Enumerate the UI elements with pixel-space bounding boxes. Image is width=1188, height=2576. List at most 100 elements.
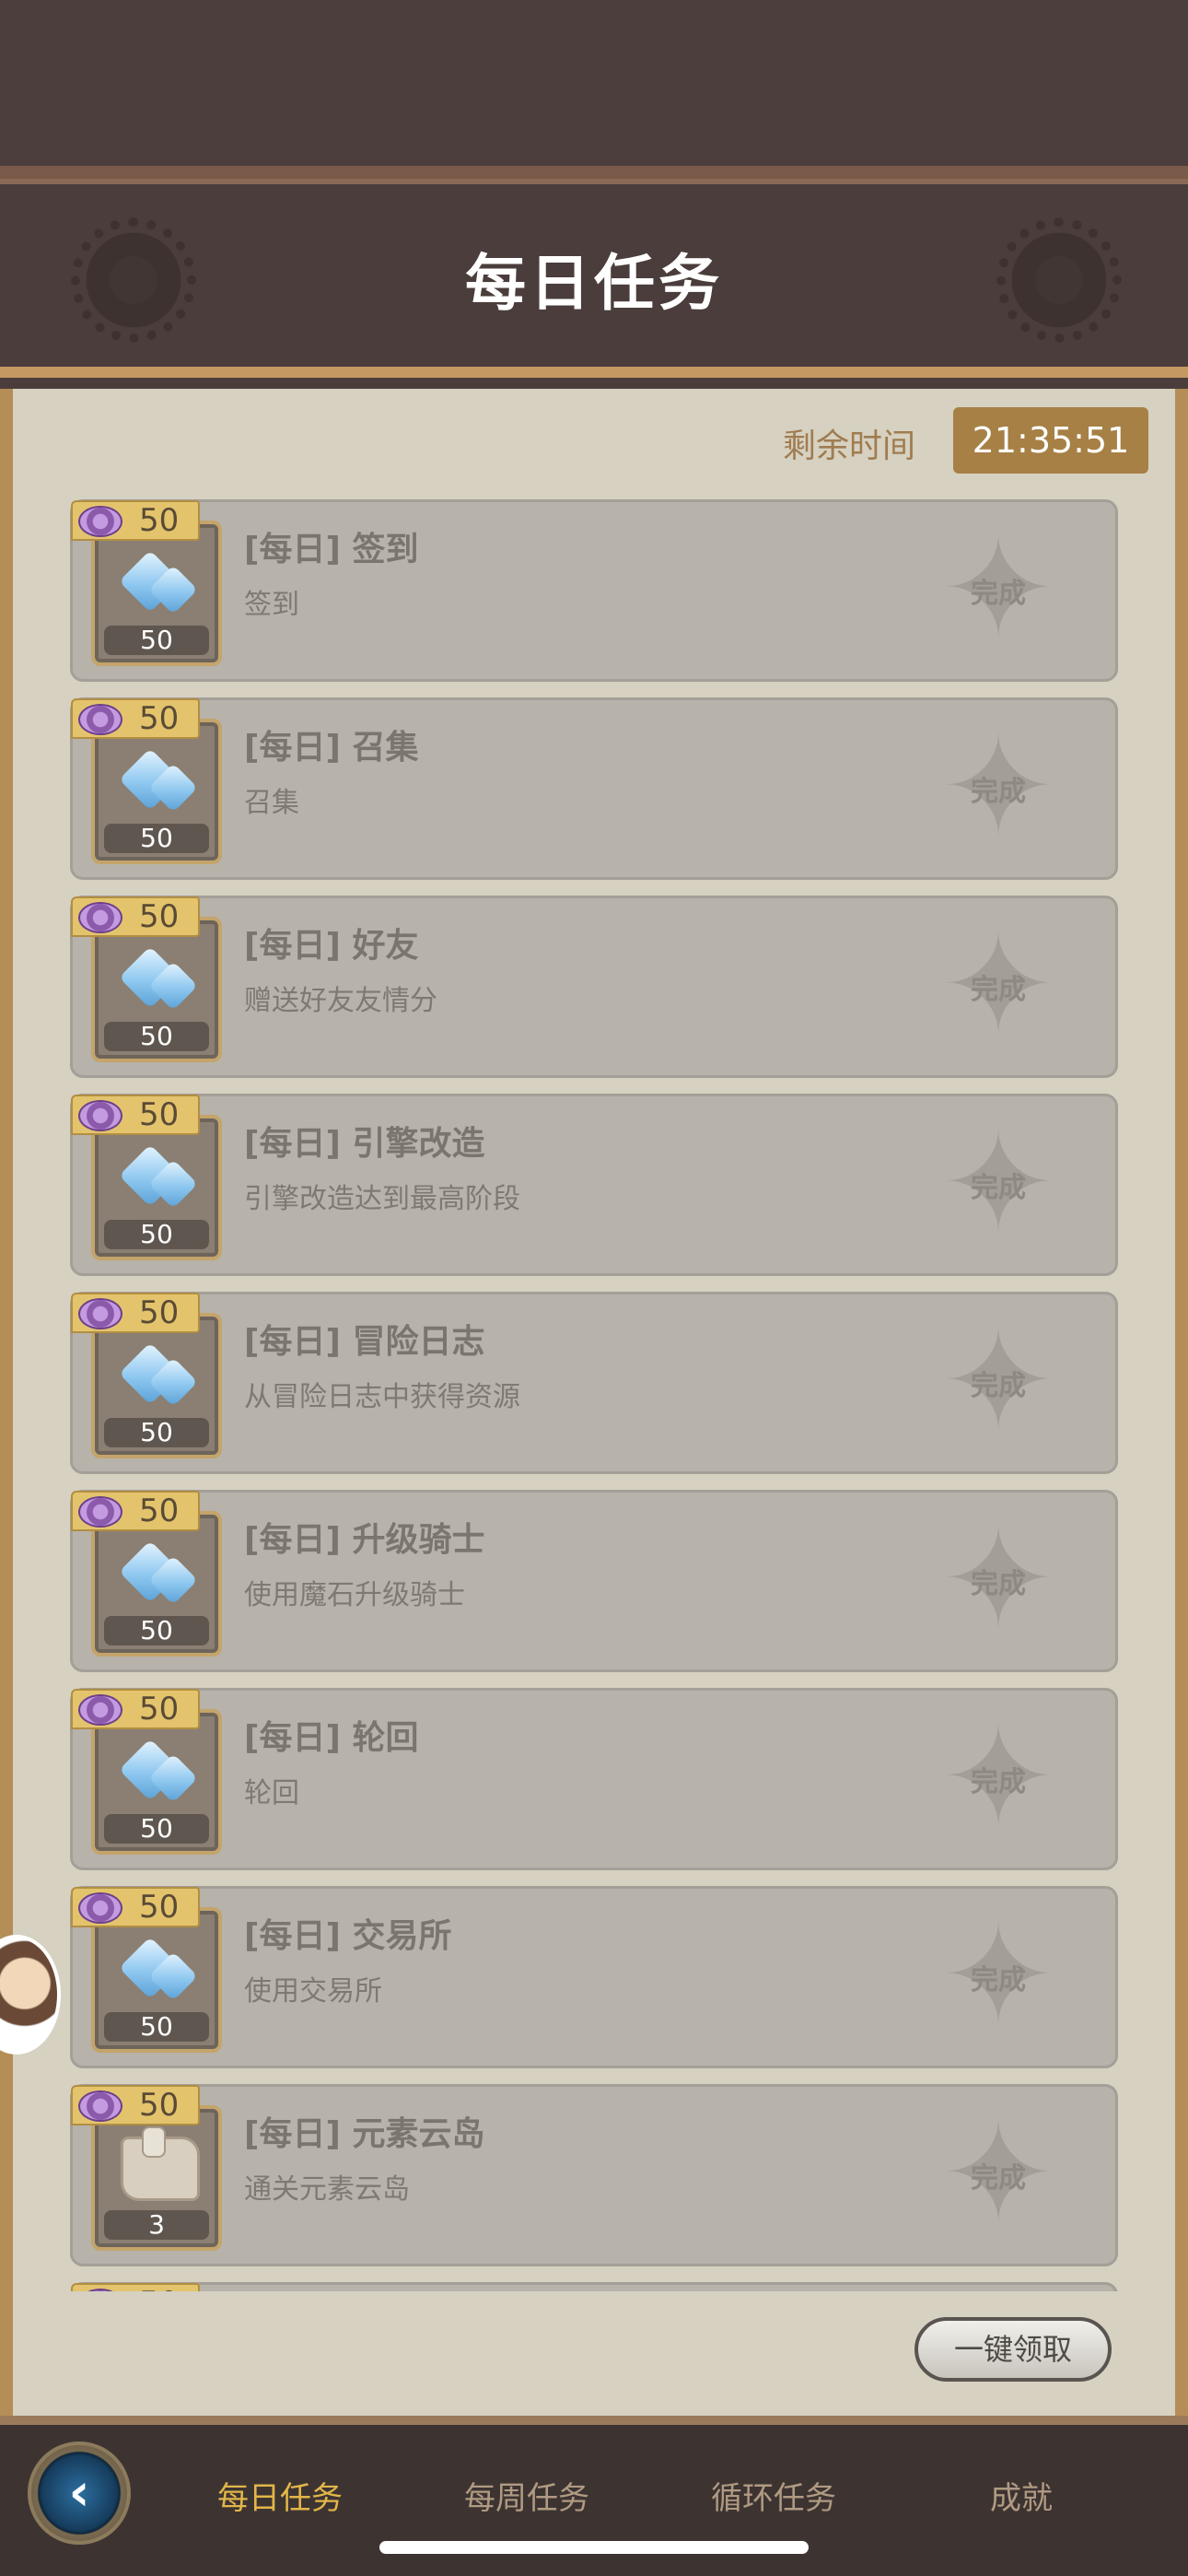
task-row[interactable]: 50 50 [每日] 升级骑士 使用魔石升级骑士 ✦ 完成 — [70, 1490, 1118, 1672]
complete-stamp[interactable]: ✦ 完成 — [929, 917, 1067, 1055]
complete-stamp[interactable]: ✦ 完成 — [929, 719, 1067, 857]
diamond-icon — [119, 550, 202, 616]
reward-points-value: 50 — [139, 2087, 180, 2124]
remaining-time-label: 剩余时间 — [783, 427, 916, 465]
diamond-icon — [119, 946, 202, 1013]
back-button[interactable]: ‹ — [28, 2441, 131, 2545]
diamond-icon — [119, 1342, 202, 1409]
task-row[interactable]: 3 50 [每日] 元素云岛 通关元素云岛 ✦ 完成 — [70, 2084, 1118, 2266]
task-row[interactable]: 50 50 [每日] 签到 签到 ✦ 完成 — [70, 499, 1118, 682]
reward-item-quantity: 50 — [104, 2012, 209, 2042]
task-description: 赠送好友友情分 — [244, 985, 437, 1017]
task-title: [每日] 签到 — [244, 531, 419, 568]
complete-label: 完成 — [971, 2162, 1026, 2195]
task-title: [每日] 升级骑士 — [244, 1521, 485, 1559]
reward-points-value: 50 — [139, 1889, 180, 1926]
reward-points-badge: 50 — [71, 500, 200, 541]
reward-points-value: 50 — [139, 1096, 180, 1133]
complete-stamp[interactable]: ✦ 完成 — [929, 2105, 1067, 2243]
reward-item-quantity: 50 — [104, 1418, 209, 1447]
task-description: 使用交易所 — [244, 1975, 382, 2008]
task-title: [每日] 交易所 — [244, 1917, 452, 1955]
token-icon — [78, 1892, 122, 1924]
complete-stamp[interactable]: ✦ 完成 — [929, 1313, 1067, 1451]
diamond-icon — [119, 1739, 202, 1805]
token-icon — [78, 2090, 122, 2122]
reward-points-value: 50 — [139, 700, 180, 737]
reward-points-badge: 50 — [71, 1689, 200, 1729]
reward-item-quantity: 50 — [104, 1616, 209, 1645]
complete-stamp[interactable]: ✦ 完成 — [929, 521, 1067, 659]
task-title: [每日] 元素云岛 — [244, 2115, 485, 2153]
reward-item: 50 — [91, 719, 222, 864]
complete-label: 完成 — [971, 776, 1026, 808]
reward-points-value: 50 — [139, 1493, 180, 1529]
token-icon — [78, 1496, 122, 1528]
complete-stamp[interactable]: ✦ 完成 — [929, 1907, 1067, 2045]
reward-item: 3 — [91, 2105, 222, 2251]
token-icon — [78, 1694, 122, 1726]
reward-item-quantity: 50 — [104, 1220, 209, 1249]
task-description: 从冒险日志中获得资源 — [244, 1381, 520, 1413]
reward-points-value: 50 — [139, 1294, 180, 1331]
task-description: 通关元素云岛 — [244, 2173, 410, 2206]
complete-label: 完成 — [971, 578, 1026, 610]
reward-points-badge: 50 — [71, 1293, 200, 1333]
complete-label: 完成 — [971, 974, 1026, 1006]
reward-points-value: 50 — [139, 2285, 179, 2291]
task-list[interactable]: 50 50 [每日] 签到 签到 ✦ 完成 50 50 [每日] 召集 召集 ✦… — [70, 499, 1118, 2291]
reward-points-badge: 50 — [71, 2283, 200, 2291]
reward-item-quantity: 3 — [104, 2210, 209, 2240]
reward-item: 50 — [91, 1313, 222, 1458]
task-title: [每日] 好友 — [244, 927, 419, 965]
task-title: [每日] 轮回 — [244, 1719, 419, 1757]
reward-points-badge: 50 — [71, 1491, 200, 1531]
token-icon — [78, 506, 122, 537]
task-row[interactable]: 50 50 [每日] 交易所 使用交易所 ✦ 完成 — [70, 1886, 1118, 2068]
task-row[interactable]: 50 50 [每日] 冒险日志 从冒险日志中获得资源 ✦ 完成 — [70, 1292, 1118, 1474]
remaining-time-value: 21:35:51 — [953, 407, 1148, 474]
claim-all-button[interactable]: 一键领取 — [914, 2317, 1112, 2382]
diamond-icon — [119, 1144, 202, 1211]
task-row[interactable]: 50 ✦ — [70, 2282, 1118, 2291]
reward-points-badge: 50 — [71, 698, 200, 739]
task-description: 引擎改造达到最高阶段 — [244, 1183, 520, 1215]
complete-label: 完成 — [971, 1766, 1026, 1798]
reward-points-badge: 50 — [71, 2085, 200, 2125]
chevron-left-icon: ‹ — [68, 2463, 90, 2523]
header: 每日任务 — [0, 166, 1188, 378]
task-row[interactable]: 50 50 [每日] 召集 召集 ✦ 完成 — [70, 697, 1118, 880]
reward-points-badge: 50 — [71, 896, 200, 937]
task-row[interactable]: 50 50 [每日] 引擎改造 引擎改造达到最高阶段 ✦ 完成 — [70, 1094, 1118, 1276]
complete-stamp[interactable]: ✦ 完成 — [929, 1511, 1067, 1649]
tab-weekly[interactable]: 每周任务 — [464, 2473, 589, 2518]
task-description: 召集 — [244, 787, 299, 819]
reward-item: 50 — [91, 521, 222, 666]
task-row[interactable]: 50 50 [每日] 轮回 轮回 ✦ 完成 — [70, 1688, 1118, 1870]
tab-daily[interactable]: 每日任务 — [217, 2473, 343, 2518]
scroll-icon — [121, 2126, 200, 2201]
tab-achievements[interactable]: 成就 — [990, 2473, 1053, 2518]
token-icon — [78, 902, 122, 933]
diamond-icon — [119, 748, 202, 814]
tab-cyclic[interactable]: 循环任务 — [711, 2473, 836, 2518]
task-description: 使用魔石升级骑士 — [244, 1579, 465, 1611]
task-row[interactable]: 50 50 [每日] 好友 赠送好友友情分 ✦ 完成 — [70, 896, 1118, 1078]
reward-item: 50 — [91, 1115, 222, 1260]
reward-points-value: 50 — [139, 898, 180, 935]
task-title: [每日] 引擎改造 — [244, 1125, 485, 1163]
complete-stamp[interactable]: ✦ 完成 — [929, 1115, 1067, 1253]
reward-item: 50 — [91, 1907, 222, 2053]
reward-item: 50 — [91, 917, 222, 1062]
complete-stamp[interactable]: ✦ 完成 — [929, 1709, 1067, 1847]
reward-points-value: 50 — [139, 1691, 180, 1727]
complete-label: 完成 — [971, 1172, 1026, 1204]
token-icon — [78, 1298, 122, 1329]
complete-label: 完成 — [971, 1370, 1026, 1402]
diamond-icon — [119, 1937, 202, 2003]
task-description: 轮回 — [244, 1777, 299, 1809]
top-bar — [0, 0, 1188, 166]
reward-points-badge: 50 — [71, 1887, 200, 1927]
home-indicator[interactable] — [379, 2541, 809, 2554]
reward-item: 50 — [91, 1511, 222, 1657]
